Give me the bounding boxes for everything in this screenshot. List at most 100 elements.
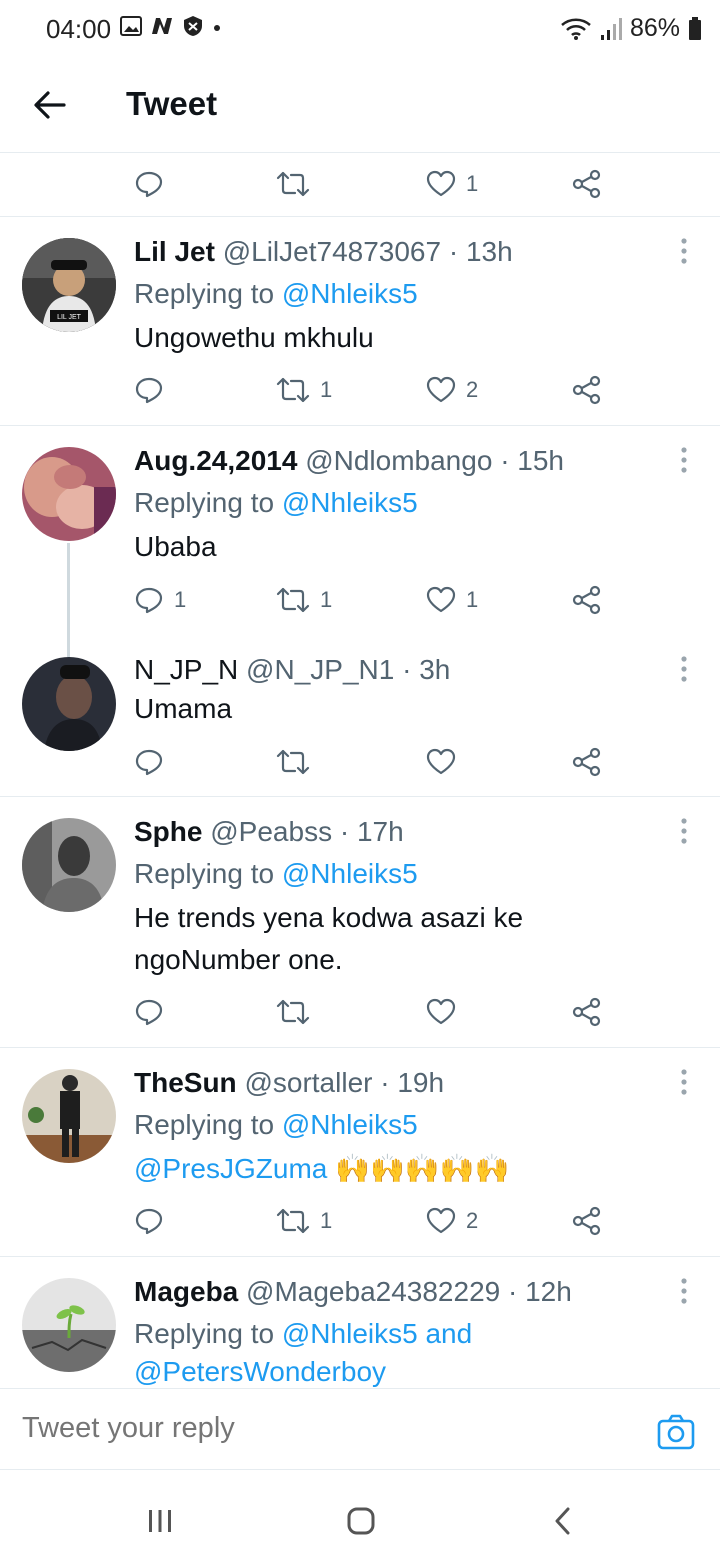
like-button[interactable]: 2 [426,1199,478,1243]
display-name[interactable]: TheSun [134,1067,237,1098]
battery-icon [689,16,701,40]
reply-icon [134,747,164,777]
user-handle[interactable]: @Peabss [210,816,332,847]
share-button[interactable] [572,740,602,784]
display-name[interactable]: Lil Jet [134,236,215,267]
replying-to-link[interactable]: @Nhleiks5 and [282,1318,472,1349]
retweet-button[interactable]: 1 [276,578,332,622]
user-handle[interactable]: @Mageba24382229 [246,1276,500,1307]
retweet-button[interactable]: 1 [276,368,332,412]
recent-apps-icon[interactable] [146,1508,174,1534]
reply-button[interactable] [134,990,164,1034]
home-icon[interactable] [346,1506,376,1536]
reply-tweet[interactable]: TheSun @sortaller · 19h Replying to @Nhl… [0,1047,720,1257]
reply-button[interactable]: 1 [134,578,186,622]
signal-icon [600,17,622,40]
more-options-icon[interactable] [676,816,692,846]
avatar[interactable]: LIL JET [22,238,116,332]
replying-prefix: Replying to [134,278,275,309]
share-icon [572,375,602,405]
more-options-icon[interactable] [676,236,692,266]
replying-to-link[interactable]: @Nhleiks5 [282,1109,418,1140]
back-arrow-icon[interactable] [32,87,68,123]
avatar[interactable] [22,1278,116,1372]
tweet-header: TheSun @sortaller · 19h [134,1067,444,1099]
reply-tweet[interactable]: Mageba @Mageba24382229 · 12h Replying to… [0,1256,720,1388]
tweet-header: N_JP_N @N_JP_N1 · 3h [134,654,450,686]
retweet-count: 1 [320,587,333,612]
share-button[interactable] [572,162,602,206]
more-options-icon[interactable] [676,1276,692,1306]
like-button[interactable]: 1 [426,578,478,622]
tweet-time: · 17h [339,816,404,847]
like-count: 2 [466,377,479,402]
more-options-icon[interactable] [676,654,692,684]
retweet-icon [276,997,310,1027]
reply-button[interactable] [134,368,164,412]
wifi-icon [561,18,591,40]
more-options-icon[interactable] [676,445,692,475]
like-button[interactable] [426,990,456,1034]
reply-thread: Aug.24,2014 @Ndlombango · 15h Replying t… [0,425,720,797]
avatar-image [22,657,116,751]
reply-tweet[interactable]: LIL JET Lil Jet @LilJet74873067 · 13h Re… [0,216,720,426]
tweet-actions: 1 2 [134,368,614,412]
retweet-icon [276,585,310,615]
tweet-time: · 15h [500,445,565,476]
retweet-button[interactable] [276,162,310,206]
like-button[interactable]: 2 [426,368,478,412]
replying-to-link[interactable]: @PetersWonderboy [134,1356,386,1387]
retweet-button[interactable]: 1 [276,1199,332,1243]
display-name[interactable]: N_JP_N [134,654,238,685]
avatar[interactable] [22,1069,116,1163]
replying-prefix: Replying to [134,1318,275,1349]
heart-icon [426,998,456,1026]
user-handle[interactable]: @LilJet74873067 [223,236,441,267]
replying-to-link[interactable]: @Nhleiks5 [282,487,418,518]
display-name[interactable]: Sphe [134,816,202,847]
replying-to-link[interactable]: @Nhleiks5 [282,278,418,309]
retweet-button[interactable] [276,740,310,784]
share-button[interactable] [572,990,602,1034]
tweet-header: Aug.24,2014 @Ndlombango · 15h [134,445,564,477]
avatar-image [22,1278,116,1372]
tweet-header: Mageba @Mageba24382229 · 12h [134,1276,572,1308]
retweet-icon [276,169,310,199]
tweet-actions: 1 2 [134,1199,614,1243]
camera-icon[interactable] [656,1412,696,1452]
user-handle[interactable]: @Ndlombango [305,445,492,476]
replying-to-link[interactable]: @Nhleiks5 [282,858,418,889]
heart-icon [426,748,456,776]
display-name[interactable]: Aug.24,2014 [134,445,297,476]
heart-icon [426,376,456,404]
share-button[interactable] [572,1199,602,1243]
tweet-text: @PresJGZuma 🙌🙌🙌🙌🙌 [134,1148,694,1190]
reply-button[interactable] [134,1199,164,1243]
reply-input[interactable] [22,1404,622,1452]
like-button[interactable] [426,740,456,784]
user-handle[interactable]: @N_JP_N1 [246,654,394,685]
share-icon [572,169,602,199]
tweet-header: Lil Jet @LilJet74873067 · 13h [134,236,513,268]
tweet-text: He trends yena kodwa asazi ke ngoNumber … [134,897,694,981]
system-back-icon[interactable] [552,1506,574,1536]
gallery-icon [120,16,142,36]
reply-button[interactable] [134,162,164,206]
mention-link[interactable]: @PresJGZuma [134,1153,327,1184]
avatar[interactable] [22,657,116,751]
user-handle[interactable]: @sortaller [244,1067,372,1098]
avatar[interactable] [22,818,116,912]
system-navigation-bar [0,1470,720,1560]
like-button[interactable]: 1 [426,162,478,206]
share-button[interactable] [572,578,602,622]
n-app-icon [152,18,172,34]
reply-tweet[interactable]: Sphe @Peabss · 17h Replying to @Nhleiks5… [0,796,720,1048]
reply-button[interactable] [134,740,164,784]
display-name[interactable]: Mageba [134,1276,238,1307]
share-button[interactable] [572,368,602,412]
retweet-button[interactable] [276,990,310,1034]
more-options-icon[interactable] [676,1067,692,1097]
avatar[interactable] [22,447,116,541]
like-count: 1 [466,171,479,196]
tweet-actions: 1 1 1 [134,578,614,622]
